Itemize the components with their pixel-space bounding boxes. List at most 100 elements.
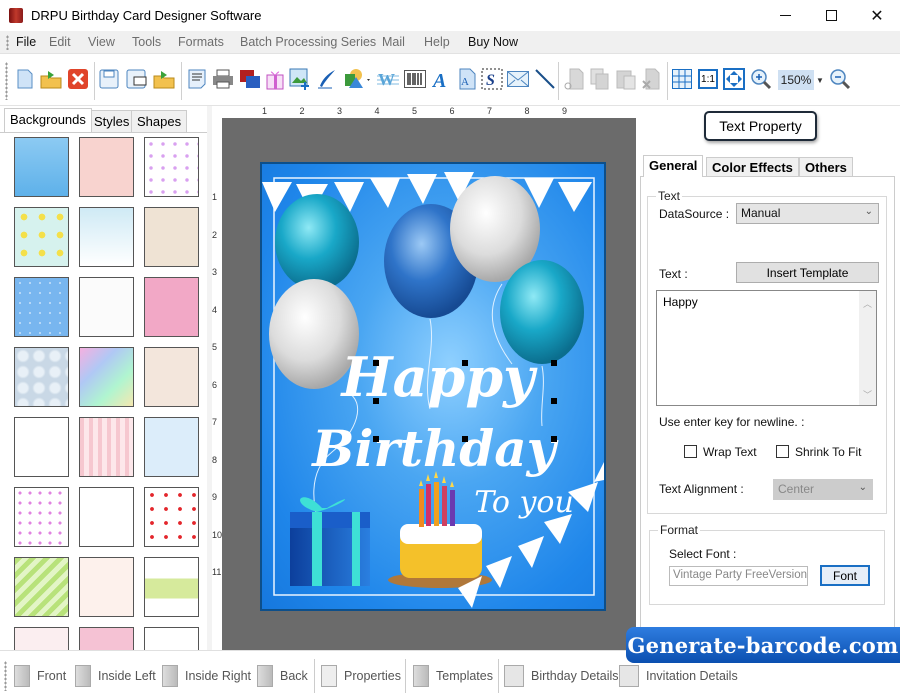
menu-batch-processing[interactable]: Batch Processing Series (240, 35, 376, 49)
save-as-button[interactable] (126, 68, 148, 90)
resize-handle[interactable] (551, 398, 557, 404)
font-button[interactable]: Font (820, 565, 870, 586)
mail-button[interactable] (507, 68, 529, 90)
toolbar-grip[interactable] (5, 62, 8, 100)
thumbnail-green-stripes[interactable] (14, 557, 69, 617)
thumbnail-pink-hearts-stripes[interactable] (79, 417, 134, 477)
resize-handle[interactable] (551, 360, 557, 366)
birthday-details-button[interactable]: Birthday Details (504, 665, 619, 687)
close-window-button[interactable]: ✕ (854, 0, 900, 31)
tab-shapes[interactable]: Shapes (131, 110, 188, 132)
thumbnail-red-hearts[interactable] (144, 487, 199, 547)
paste-button[interactable] (615, 68, 637, 90)
birthday-card[interactable]: Happy Birthday To you (260, 162, 606, 611)
resize-handle[interactable] (373, 436, 379, 442)
delete-button[interactable] (641, 68, 663, 90)
thumbnail-sketch[interactable] (144, 627, 199, 650)
tab-others[interactable]: Others (799, 157, 853, 177)
zoom-out-button[interactable] (829, 68, 851, 90)
resize-handle[interactable] (551, 436, 557, 442)
watermark-button[interactable]: W (377, 68, 399, 90)
pen-button[interactable] (316, 68, 338, 90)
thumbnail-pink-hearts[interactable] (79, 137, 134, 197)
open-button[interactable] (40, 68, 62, 90)
card-text-birthday[interactable]: Birthday (310, 419, 558, 478)
inside-left-button[interactable]: Inside Left (75, 665, 156, 687)
thumbnail-flowers-daisies[interactable] (14, 207, 69, 267)
menu-file[interactable]: File (16, 35, 36, 49)
menu-mail[interactable]: Mail (382, 35, 405, 49)
resize-handle[interactable] (462, 436, 468, 442)
templates-button[interactable]: Templates (413, 665, 493, 687)
thumbnail-pink-lace[interactable] (79, 627, 134, 650)
thumbnail-colorful-balloons[interactable] (144, 417, 199, 477)
thumbnail-happy-birthday-text[interactable] (14, 417, 69, 477)
menu-formats[interactable]: Formats (178, 35, 224, 49)
thumbnail-pink-happy-birthday[interactable] (144, 277, 199, 337)
thumbnail-bubbles[interactable] (14, 347, 69, 407)
resize-handle[interactable] (462, 360, 468, 366)
image-stack-button[interactable] (239, 68, 261, 90)
font-field[interactable]: Vintage Party FreeVersion,Bo (669, 566, 808, 586)
datasource-select[interactable]: Manual ⌄ (736, 203, 879, 224)
menu-view[interactable]: View (88, 35, 115, 49)
word-art-button[interactable]: A (456, 68, 478, 90)
line-button[interactable] (534, 68, 556, 90)
design-canvas[interactable]: Happy Birthday To you (222, 118, 636, 650)
cut-button[interactable] (563, 68, 585, 90)
signature-button[interactable]: S (481, 68, 503, 90)
zoom-in-button[interactable] (750, 68, 772, 90)
insert-image-button[interactable] (289, 68, 311, 90)
card-text-happy[interactable]: Happy (340, 345, 539, 409)
thumbnail-cakes-pattern[interactable] (79, 557, 134, 617)
thumbnail-rainbow-swirl[interactable] (79, 347, 134, 407)
menu-tools[interactable]: Tools (132, 35, 161, 49)
grid-button[interactable] (671, 68, 693, 90)
zoom-level-select[interactable]: 150% (778, 70, 814, 90)
text-property-button[interactable]: Text Property (704, 111, 817, 141)
front-button[interactable]: Front (14, 665, 66, 687)
thumbnail-pink-bird-balloons[interactable] (144, 207, 199, 267)
text-input[interactable]: Happy ︿ ﹀ (656, 290, 877, 406)
menu-help[interactable]: Help (424, 35, 450, 49)
text-input-scrollbar[interactable]: ︿ ﹀ (859, 291, 876, 405)
close-file-button[interactable] (67, 68, 89, 90)
copy-button[interactable] (589, 68, 611, 90)
actual-size-button[interactable]: 1:1 (697, 68, 719, 90)
thumbnail-purple-butterflies[interactable] (144, 137, 199, 197)
barcode-button[interactable] (404, 68, 426, 90)
tab-styles[interactable]: Styles (88, 110, 136, 132)
text-button[interactable]: A (430, 68, 452, 90)
thumbnail-green-confetti[interactable] (144, 557, 199, 617)
thumbnail-pastel-bears[interactable] (79, 207, 134, 267)
card-text-to-you[interactable]: To you (474, 485, 574, 520)
wrap-text-checkbox[interactable] (684, 445, 697, 458)
invitation-details-button[interactable]: Invitation Details (619, 665, 738, 687)
tab-general[interactable]: General (643, 155, 704, 177)
tab-backgrounds[interactable]: Backgrounds (4, 108, 92, 132)
bottom-toolbar-grip[interactable] (4, 661, 7, 691)
thumbnail-balloon-bunches[interactable] (79, 487, 134, 547)
tab-color-effects[interactable]: Color Effects (706, 157, 799, 177)
thumbnail-roses[interactable] (14, 627, 69, 650)
zoom-dropdown-icon[interactable]: ▼ (816, 76, 824, 85)
resize-handle[interactable] (373, 398, 379, 404)
text-alignment-select[interactable]: Center ⌄ (773, 479, 873, 500)
resize-handle[interactable] (373, 360, 379, 366)
properties-button[interactable] (186, 68, 208, 90)
gift-button[interactable] (264, 68, 286, 90)
shapes-button[interactable] (343, 68, 373, 90)
fit-window-button[interactable] (723, 68, 745, 90)
minimize-button[interactable] (762, 0, 808, 31)
menu-edit[interactable]: Edit (49, 35, 71, 49)
thumbnail-sky-clouds[interactable] (14, 137, 69, 197)
shrink-to-fit-checkbox[interactable] (776, 445, 789, 458)
menu-grip[interactable] (6, 35, 9, 50)
back-button[interactable]: Back (257, 665, 308, 687)
new-button[interactable] (14, 68, 36, 90)
thumbnail-outline-hearts[interactable] (14, 487, 69, 547)
print-button[interactable] (212, 68, 234, 90)
inside-right-button[interactable]: Inside Right (162, 665, 251, 687)
scroll-up-icon[interactable]: ︿ (859, 297, 876, 310)
thumbnail-blue-stars[interactable] (14, 277, 69, 337)
